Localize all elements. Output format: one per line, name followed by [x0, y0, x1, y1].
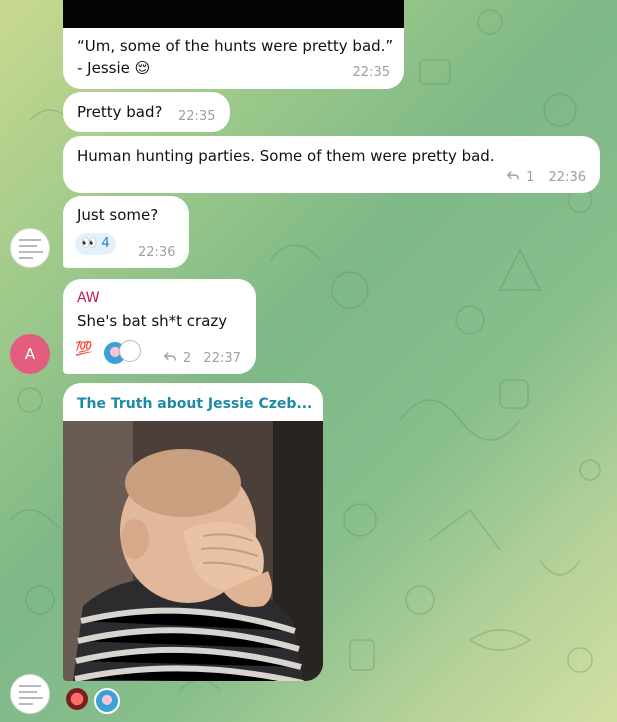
link-title[interactable]: The Truth about Jessie Czeb... [77, 394, 312, 414]
message-meta: 1 22:36 [506, 169, 586, 185]
message-text: “Um, some of the hunts were pretty bad.” [77, 37, 394, 55]
reaction-chip[interactable]: 👀 4 [75, 233, 116, 255]
reactor-avatar-icon [119, 340, 141, 362]
hundred-points-emoji: 💯 [75, 341, 93, 357]
baby-facepalm-gif[interactable] [63, 421, 323, 681]
sender-name[interactable]: AW [77, 288, 100, 308]
message-text-line2: - Jessie 😌 [77, 58, 150, 78]
message-time: 22:36 [548, 170, 586, 185]
reaction-count: 4 [101, 236, 110, 251]
message-bubble[interactable]: Just some? 👀 4 22:36 [63, 196, 189, 268]
reply-arrow-icon[interactable] [163, 350, 177, 364]
message-time: 22:35 [352, 65, 390, 80]
reactions-row[interactable] [66, 688, 126, 714]
reactor-avatar-icon [66, 688, 88, 710]
reply-count[interactable]: 2 [183, 351, 191, 366]
message-text: Human hunting parties. Some of them were… [77, 147, 495, 165]
message-text: She's bat sh*t crazy [77, 312, 228, 330]
message-meta: 2 22:37 [163, 350, 241, 366]
avatar[interactable] [10, 228, 50, 268]
message-bubble[interactable]: Pretty bad? 22:35 [63, 92, 230, 132]
gif-thumbnail-image [63, 421, 323, 681]
reply-count[interactable]: 1 [526, 170, 534, 185]
eyes-emoji: 👀 [81, 236, 98, 251]
avatar-initial: A [24, 345, 36, 363]
message-time: 22:36 [138, 245, 176, 260]
reply-arrow-icon[interactable] [506, 169, 520, 183]
message-text-signature: - Jessie [77, 59, 130, 77]
message-time: 22:35 [178, 109, 216, 124]
relieved-face-emoji: 😌 [134, 59, 151, 77]
message-bubble[interactable]: AW She's bat sh*t crazy 💯 2 22:37 [63, 279, 256, 374]
message-time: 22:37 [203, 351, 241, 366]
message-text: Just some? [77, 206, 159, 224]
message-bubble[interactable]: Human hunting parties. Some of them were… [63, 136, 600, 193]
message-bubble[interactable]: “Um, some of the hunts were pretty bad.”… [63, 0, 404, 89]
media-bottom-strip [63, 0, 404, 28]
message-text: Pretty bad? [77, 103, 163, 121]
avatar[interactable] [10, 674, 50, 714]
reactor-avatar-icon [94, 688, 120, 714]
avatar-aw[interactable]: A [10, 334, 50, 374]
link-preview-message[interactable]: The Truth about Jessie Czeb... [63, 383, 323, 681]
